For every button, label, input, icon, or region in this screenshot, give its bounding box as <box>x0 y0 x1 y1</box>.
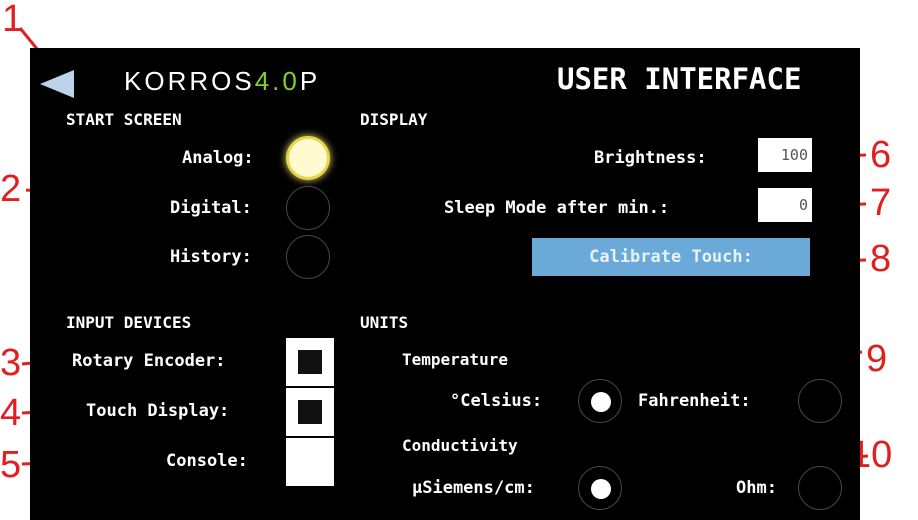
callout-number-8: 8 <box>870 238 892 280</box>
console-label: Console: <box>166 451 248 471</box>
device-screen: KORROS4.0P USER INTERFACE START SCREEN A… <box>30 48 860 520</box>
display-heading: DISPLAY <box>360 110 428 129</box>
analog-label: Analog: <box>182 148 254 168</box>
digital-label: Digital: <box>170 198 252 218</box>
callout-number-1: 1 <box>2 0 24 40</box>
fahrenheit-label: Fahrenheit: <box>638 391 751 411</box>
digital-radio[interactable] <box>286 186 330 230</box>
console-checkbox[interactable] <box>286 438 334 486</box>
callout-number-9: 9 <box>866 338 888 380</box>
analog-radio[interactable] <box>286 136 330 180</box>
back-arrow-icon[interactable] <box>40 70 80 98</box>
callout-number-3: 3 <box>0 342 22 384</box>
history-radio[interactable] <box>286 235 330 279</box>
celsius-label: °Celsius: <box>450 391 543 411</box>
units-heading: UNITS <box>360 313 409 332</box>
usiemens-label: µSiemens/cm: <box>412 478 535 498</box>
start-screen-heading: START SCREEN <box>66 110 182 129</box>
history-label: History: <box>170 247 252 267</box>
callout-number-7: 7 <box>870 182 892 224</box>
sleep-mode-label: Sleep Mode after min.: <box>444 198 670 218</box>
brightness-input[interactable]: 100 <box>758 138 812 172</box>
input-devices-heading: INPUT DEVICES <box>66 313 192 332</box>
ohm-radio[interactable] <box>798 466 842 510</box>
usiemens-radio[interactable] <box>578 466 622 510</box>
page-title: USER INTERFACE <box>557 62 802 96</box>
sleep-mode-input[interactable]: 0 <box>758 188 812 222</box>
callout-number-4: 4 <box>0 392 22 434</box>
calibrate-touch-button[interactable]: Calibrate Touch: <box>532 238 810 276</box>
logo: KORROS4.0P <box>124 66 321 96</box>
ohm-label: Ohm: <box>736 478 777 498</box>
brightness-label: Brightness: <box>594 148 707 168</box>
checkbox-mark <box>298 350 322 374</box>
callout-number-5: 5 <box>0 444 22 486</box>
checkbox-mark <box>298 400 322 424</box>
conductivity-heading: Conductivity <box>402 436 518 455</box>
celsius-radio[interactable] <box>578 379 622 423</box>
temperature-heading: Temperature <box>402 350 508 369</box>
rotary-encoder-checkbox[interactable] <box>286 338 334 386</box>
callout-number-2: 2 <box>0 168 22 210</box>
fahrenheit-radio[interactable] <box>798 379 842 423</box>
touch-display-label: Touch Display: <box>86 401 230 421</box>
callout-number-6: 6 <box>870 134 892 176</box>
rotary-encoder-label: Rotary Encoder: <box>72 351 226 371</box>
touch-display-checkbox[interactable] <box>286 388 334 436</box>
